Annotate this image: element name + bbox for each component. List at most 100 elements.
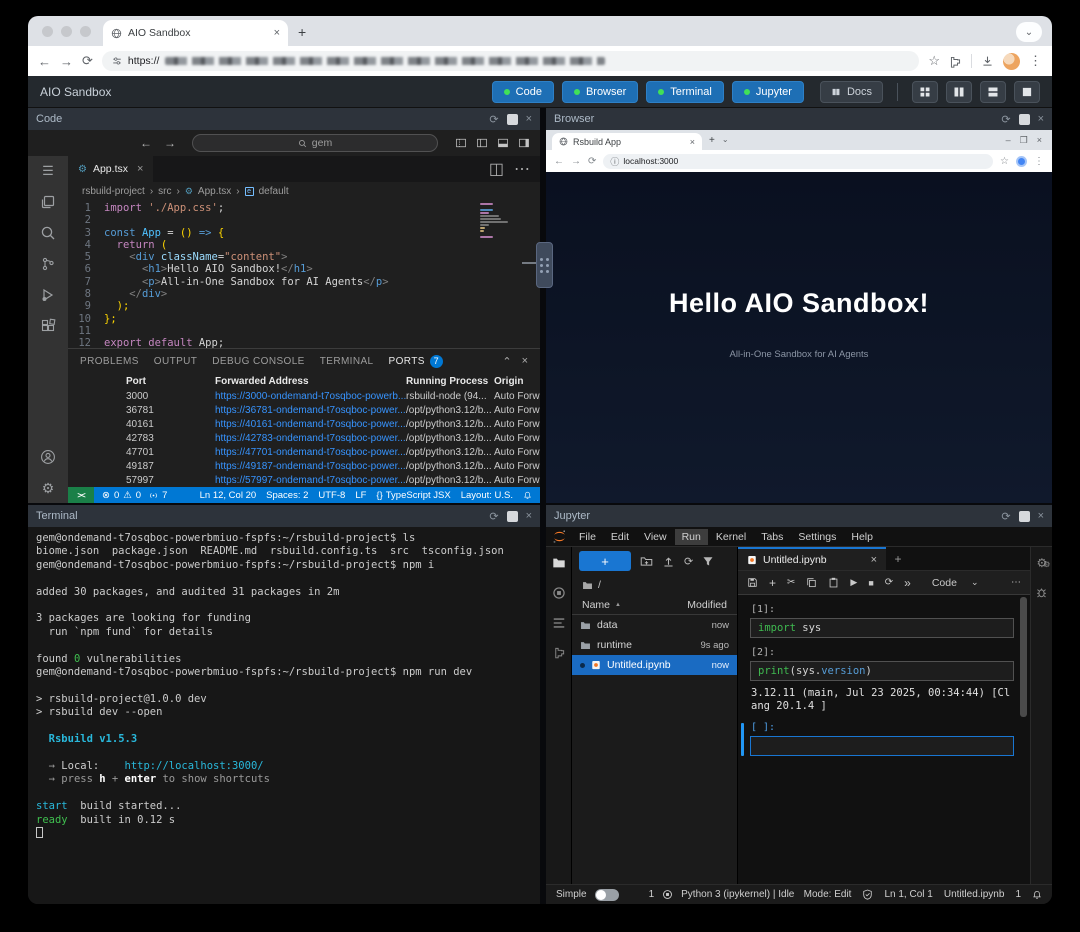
bell-icon[interactable] <box>1032 890 1042 900</box>
restart-run-all-icon[interactable]: » <box>904 576 911 590</box>
close-icon[interactable]: × <box>1037 135 1042 146</box>
errors-count[interactable]: 0 <box>114 490 119 501</box>
close-tab-icon[interactable]: × <box>690 137 695 147</box>
tab-search-button[interactable]: ⌄ <box>1016 22 1042 42</box>
menu-help[interactable]: Help <box>844 529 880 545</box>
breadcrumb-root[interactable]: / <box>598 579 601 591</box>
customize-layout-icon[interactable] <box>455 137 467 149</box>
status-keyboard-layout[interactable]: Layout: U.S. <box>461 490 513 501</box>
explorer-icon[interactable] <box>40 194 56 210</box>
file-breadcrumb[interactable]: / <box>572 575 737 595</box>
forwarded-address-link[interactable]: https://40161-ondemand-t7osqboc-power... <box>215 419 406 430</box>
more-commands-icon[interactable]: ⋯ <box>1011 577 1021 588</box>
notification-count[interactable]: 1 <box>1015 889 1021 900</box>
toggle-panel-icon[interactable] <box>497 137 509 149</box>
forward-icon[interactable]: → <box>571 156 581 167</box>
close-window-button[interactable] <box>42 26 53 37</box>
menu-settings[interactable]: Settings <box>791 529 843 545</box>
search-icon[interactable] <box>40 225 56 241</box>
back-icon[interactable]: ← <box>554 156 564 167</box>
running-sessions-icon[interactable] <box>552 586 566 600</box>
upload-icon[interactable] <box>662 555 675 568</box>
restore-icon[interactable]: ❐ <box>1020 135 1028 146</box>
layout-split-horizontal-button[interactable] <box>980 81 1006 103</box>
extensions-puzzle-icon[interactable] <box>949 55 962 68</box>
menu-file[interactable]: File <box>572 529 603 545</box>
panel-tab-problems[interactable]: PROBLEMS <box>80 356 139 367</box>
settings-gear-icon[interactable]: ⚙ <box>42 480 55 497</box>
terminal-cursor[interactable] <box>36 827 43 838</box>
source-control-icon[interactable] <box>40 256 56 272</box>
panel-tab-terminal[interactable]: TERMINAL <box>320 356 374 367</box>
panel-resize-handle[interactable] <box>536 242 553 288</box>
copy-cell-icon[interactable] <box>806 577 817 588</box>
paste-cell-icon[interactable] <box>828 577 839 588</box>
notebook-cell-2[interactable]: [2]:print(sys.version)3.12.11 (main, Jul… <box>750 647 1014 713</box>
cell-type-dropdown[interactable]: Code ⌄ <box>932 577 979 589</box>
download-icon[interactable] <box>981 55 994 68</box>
status-spaces[interactable]: Spaces: 2 <box>266 490 308 501</box>
panel-expand-checkbox[interactable] <box>1019 511 1030 522</box>
new-launcher-button[interactable]: + <box>579 551 631 571</box>
new-notebook-tab-button[interactable]: + <box>886 547 910 570</box>
panel-tab-output[interactable]: OUTPUT <box>154 356 198 367</box>
restart-kernel-icon[interactable]: ⟳ <box>885 577 893 588</box>
status-encoding[interactable]: UTF-8 <box>318 490 345 501</box>
status-eol[interactable]: LF <box>355 490 366 501</box>
cut-cell-icon[interactable]: ✂ <box>787 577 795 588</box>
remote-indicator[interactable]: >< <box>68 487 94 503</box>
breadcrumb-symbol[interactable]: default <box>259 186 289 197</box>
breadcrumb[interactable]: rsbuild-project› src› ⚙ App.tsx› e defau… <box>68 182 540 200</box>
filter-funnel-icon[interactable] <box>702 555 714 567</box>
close-icon[interactable]: × <box>1038 113 1044 125</box>
run-cell-icon[interactable]: ▶ <box>850 577 857 588</box>
embedded-tab-rsbuild-app[interactable]: Rsbuild App × <box>552 133 702 150</box>
breadcrumb-project[interactable]: rsbuild-project <box>82 186 145 197</box>
menu-kernel[interactable]: Kernel <box>709 529 753 545</box>
mode-indicator[interactable]: Mode: Edit <box>804 889 852 900</box>
docs-button[interactable]: Docs <box>820 81 883 103</box>
chrome-menu-kebab-icon[interactable]: ⋮ <box>1029 53 1042 69</box>
cell-input[interactable]: import sys <box>750 618 1014 638</box>
info-icon[interactable]: ⓘ <box>610 155 619 168</box>
debugger-bug-icon[interactable] <box>1035 586 1048 599</box>
minimap[interactable] <box>480 203 530 238</box>
forward-button[interactable]: → <box>60 54 73 69</box>
notebook-cell-1[interactable]: [1]:import sys <box>750 604 1014 638</box>
split-editor-icon[interactable]: ◫ <box>489 159 504 179</box>
bell-icon[interactable] <box>523 491 532 500</box>
refresh-icon[interactable]: ⟳ <box>489 113 498 126</box>
close-icon[interactable]: × <box>526 113 532 125</box>
refresh-icon[interactable]: ⟳ <box>489 510 498 523</box>
kernel-status[interactable]: Python 3 (ipykernel) | Idle <box>681 889 794 900</box>
profile-avatar[interactable] <box>1003 53 1020 70</box>
panel-tab-ports[interactable]: PORTS7 <box>389 355 443 368</box>
new-folder-icon[interactable] <box>640 555 653 568</box>
interrupt-kernel-icon[interactable]: ■ <box>868 578 873 588</box>
forwarded-address-link[interactable]: https://3000-ondemand-t7osqboc-powerb... <box>215 391 406 402</box>
embedded-address-bar[interactable]: ⓘ localhost:3000 <box>603 154 993 169</box>
breadcrumb-file[interactable]: App.tsx <box>198 186 231 197</box>
menu-icon[interactable]: ☰ <box>42 163 54 179</box>
maximize-panel-icon[interactable]: ⌃ <box>502 355 511 368</box>
tab-list-chevron-icon[interactable]: ⌄ <box>722 135 729 150</box>
menu-run[interactable]: Run <box>675 529 708 545</box>
panel-tab-debug-console[interactable]: DEBUG CONSOLE <box>212 356 304 367</box>
file-row-data[interactable]: datanow <box>572 615 737 635</box>
panel-expand-checkbox[interactable] <box>1019 114 1030 125</box>
panel-expand-checkbox[interactable] <box>507 114 518 125</box>
layout-grid-button[interactable] <box>912 81 938 103</box>
reload-icon[interactable]: ⟳ <box>588 156 596 167</box>
notebook-tab-untitled[interactable]: Untitled.ipynb × <box>738 547 886 570</box>
browser-tab-aio-sandbox[interactable]: AIO Sandbox × <box>103 20 288 46</box>
simple-mode-toggle[interactable] <box>595 889 619 901</box>
refresh-icon[interactable]: ⟳ <box>1001 510 1010 523</box>
active-file-name[interactable]: Untitled.ipynb <box>944 889 1005 900</box>
cell-input[interactable] <box>750 736 1014 756</box>
file-row-runtime[interactable]: runtime9s ago <box>572 635 737 655</box>
close-tab-icon[interactable]: × <box>137 163 143 175</box>
forwarded-address-link[interactable]: https://42783-ondemand-t7osqboc-power... <box>215 433 406 444</box>
reload-button[interactable]: ⟳ <box>82 53 93 69</box>
address-bar[interactable]: https:// <box>102 51 919 71</box>
toggle-secondary-sidebar-icon[interactable] <box>518 137 530 149</box>
